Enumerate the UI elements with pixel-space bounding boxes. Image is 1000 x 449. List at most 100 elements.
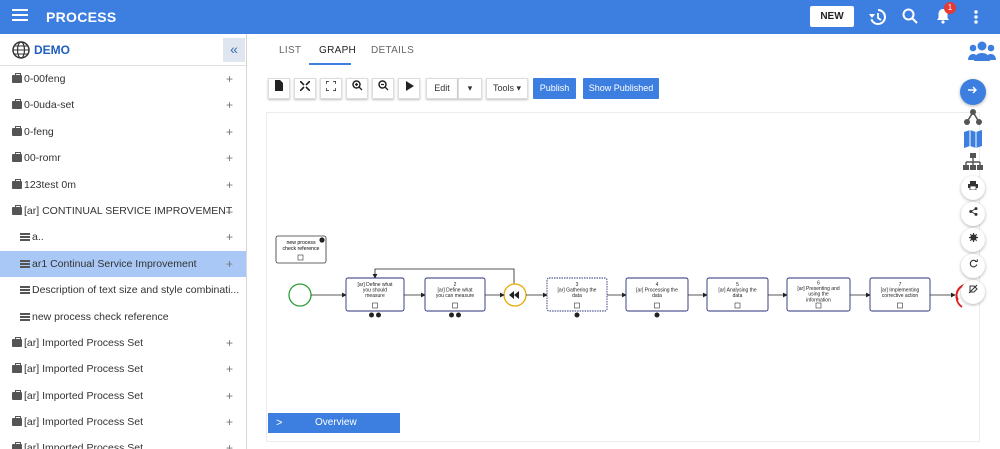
expand-icon[interactable]: +: [226, 172, 233, 198]
tree-item-label: ar1 Continual Service Improvement: [32, 257, 197, 270]
note-annotation[interactable]: new process check reference: [275, 235, 327, 264]
zoom-in-icon: [351, 80, 362, 91]
tree-item[interactable]: [ar] Imported Process Set +: [0, 409, 246, 435]
expand-icon[interactable]: +: [226, 330, 233, 356]
history-icon[interactable]: [868, 7, 888, 27]
expand-icon[interactable]: +: [226, 66, 233, 92]
briefcase-icon: [12, 389, 22, 400]
refresh-button[interactable]: [961, 254, 985, 278]
tree-item[interactable]: 0-feng +: [0, 119, 246, 145]
person-icon[interactable]: [449, 312, 454, 318]
process-diagram[interactable]: new process check reference [ar] Define …: [266, 112, 980, 442]
tree-item[interactable]: a.. +: [0, 224, 246, 250]
zoom-in-button[interactable]: [346, 78, 368, 99]
hierarchy-icon[interactable]: [963, 108, 983, 126]
publish-button[interactable]: Publish: [533, 78, 576, 99]
tree-item[interactable]: Description of text size and style combi…: [0, 277, 246, 303]
expand-icon[interactable]: [372, 302, 378, 309]
sidebar: DEMO « 0-00feng +0-0uda-set +0-feng +00-rom…: [0, 34, 247, 449]
toggle-panel-button[interactable]: [960, 79, 986, 105]
expand-icon[interactable]: +: [226, 356, 233, 382]
play-button[interactable]: [398, 78, 420, 99]
app-title: PROCESS: [46, 9, 117, 25]
fit-button[interactable]: [294, 78, 316, 99]
globe-icon: [319, 237, 325, 243]
activity-label: data: [652, 293, 662, 299]
info-icon[interactable]: [654, 312, 660, 318]
tree-item[interactable]: [ar] Imported Process Set +: [0, 356, 246, 382]
expand-icon[interactable]: +: [226, 383, 233, 409]
tree-item-label: [ar] Imported Process Set: [24, 416, 144, 429]
expand-icon[interactable]: [815, 302, 822, 309]
tree-item[interactable]: [ar] Imported Process Set +: [0, 330, 246, 356]
fullscreen-button[interactable]: [320, 78, 342, 99]
map-icon[interactable]: [963, 130, 983, 148]
tools-dropdown[interactable]: Tools ▾: [486, 78, 528, 99]
search-icon[interactable]: [900, 7, 920, 27]
share-button[interactable]: [961, 202, 985, 226]
show-published-button[interactable]: Show Published: [583, 78, 659, 99]
activity-node[interactable]: 3[ar] Gathering thedata: [546, 277, 608, 318]
tree-item[interactable]: [ar] CONTINUAL SERVICE IMPROVEMENT –: [0, 198, 246, 224]
expand-icon[interactable]: [734, 302, 741, 309]
menu-icon[interactable]: [12, 9, 28, 23]
expand-icon[interactable]: [654, 302, 660, 309]
expand-icon[interactable]: [574, 302, 580, 309]
users-group-icon[interactable]: [968, 40, 996, 62]
edit-dropdown-button[interactable]: ▾: [458, 78, 482, 99]
more-vert-icon[interactable]: [966, 7, 986, 27]
tree-item[interactable]: ar1 Continual Service Improvement +: [0, 250, 246, 278]
expand-icon[interactable]: [452, 302, 458, 309]
tab-details[interactable]: DETAILS: [371, 45, 414, 56]
activity-node[interactable]: [ar] Define whatyou shouldmeasure: [345, 277, 405, 318]
expand-icon[interactable]: +: [226, 145, 233, 171]
info-icon[interactable]: [456, 312, 461, 318]
new-button[interactable]: NEW: [810, 6, 854, 27]
tag-off-icon: [968, 284, 978, 294]
refresh-icon: [969, 259, 978, 268]
start-event[interactable]: [288, 283, 312, 307]
activity-node[interactable]: 5[ar] Analysing thedata: [706, 277, 769, 312]
activity-node[interactable]: 7[ar] Implementingcorrective action: [869, 277, 931, 312]
briefcase-icon: [12, 363, 22, 374]
info-icon[interactable]: [574, 312, 580, 318]
activity-node[interactable]: 6[ar] Presenting andusing theinformation: [786, 277, 851, 312]
zoom-out-button[interactable]: [372, 78, 394, 99]
expand-icon[interactable]: +: [226, 92, 233, 118]
collapse-icon[interactable]: –: [226, 198, 233, 224]
expand-icon[interactable]: +: [226, 251, 233, 277]
tree-item-label: Description of text size and style combi…: [32, 284, 240, 297]
tree-item[interactable]: new process check reference: [0, 304, 246, 330]
tree-item[interactable]: 00-romr +: [0, 145, 246, 171]
edit-button[interactable]: Edit: [426, 78, 458, 99]
settings-button[interactable]: [961, 228, 985, 252]
tree-item[interactable]: 0-00feng +: [0, 66, 246, 92]
expand-icon[interactable]: +: [226, 119, 233, 145]
gateway[interactable]: [503, 283, 527, 307]
expand-icon[interactable]: +: [226, 224, 233, 250]
overview-panel-toggle[interactable]: > Overview: [268, 413, 400, 433]
hide-labels-button[interactable]: [961, 280, 985, 304]
expand-icon[interactable]: +: [226, 409, 233, 435]
tab-graph[interactable]: GRAPH: [319, 45, 356, 56]
tree-item[interactable]: 0-0uda-set +: [0, 92, 246, 118]
person-icon[interactable]: [369, 312, 374, 318]
tree-item-label: 0-feng: [24, 125, 54, 138]
new-document-button[interactable]: [268, 78, 290, 99]
tree-item[interactable]: [ar] Imported Process Set +: [0, 383, 246, 409]
tree-item-label: 0-00feng: [24, 73, 66, 85]
activity-node[interactable]: 4[ar] Processing thedata: [625, 277, 689, 318]
info-icon[interactable]: [376, 312, 381, 318]
org-chart-icon[interactable]: [963, 153, 983, 171]
arrow-right-icon: [968, 86, 977, 94]
expand-icon[interactable]: [897, 302, 903, 309]
activity-nodes: [ar] Define whatyou shouldmeasure 2[ar] D…: [345, 277, 931, 318]
collapse-sidebar-button[interactable]: «: [223, 38, 245, 62]
tree-item[interactable]: [ar] Imported Process Set +: [0, 435, 246, 449]
play-icon: [405, 81, 414, 91]
print-button[interactable]: [961, 176, 985, 200]
expand-icon[interactable]: +: [226, 435, 233, 449]
tab-list[interactable]: LIST: [279, 45, 301, 56]
tree-item[interactable]: 123test 0m +: [0, 172, 246, 198]
activity-node[interactable]: 2[ar] Define whatyou can measure: [424, 277, 486, 318]
